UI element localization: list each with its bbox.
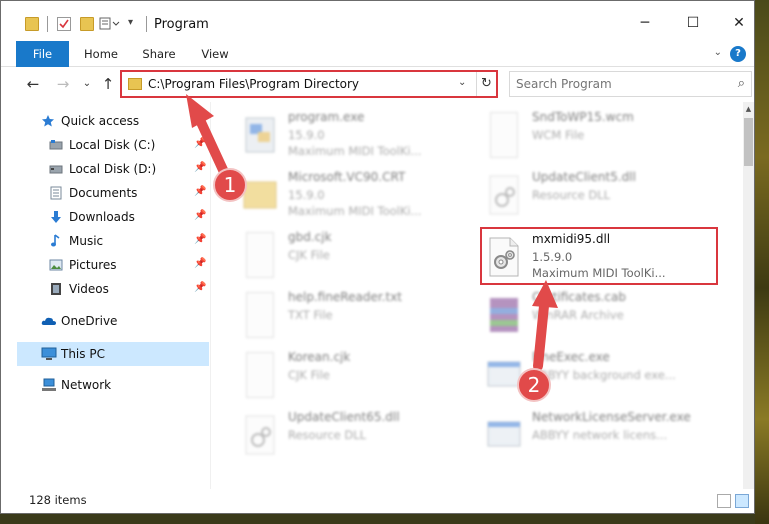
step-two-badge: 2: [517, 368, 551, 402]
arrow-one-head: [186, 94, 214, 128]
arrow-two-shaft: [533, 301, 549, 371]
arrow-two-head: [532, 280, 558, 308]
arrow-one-shaft: [195, 115, 229, 177]
annotation-arrows: [186, 94, 558, 371]
step-one-badge: 1: [213, 168, 247, 202]
